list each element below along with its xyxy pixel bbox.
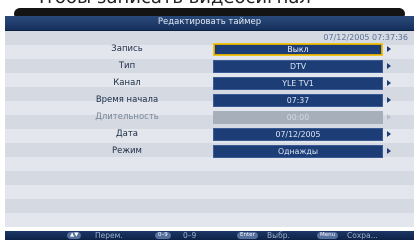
row-band (5, 171, 414, 185)
chevron-right-icon[interactable] (387, 97, 391, 103)
start-time-value-field[interactable]: 07:37 (213, 94, 383, 107)
duration-value-field: 00:00 (213, 111, 383, 124)
chevron-right-icon[interactable] (387, 148, 391, 154)
help-bar: ▲▼ Перем. 0–9 0–9 Enter Выбр. Menu Сохра… (5, 231, 414, 240)
chevron-right-icon (387, 114, 391, 120)
chevron-right-icon[interactable] (387, 131, 391, 137)
row-band (5, 213, 414, 227)
date-value-field[interactable]: 07/12/2005 (213, 128, 383, 141)
record-label: Запись (111, 44, 143, 54)
screen-title: Редактировать таймер (157, 17, 262, 27)
channel-label: Канал (113, 78, 141, 88)
help-enter-text: Выбр. (267, 231, 290, 240)
chevron-right-icon[interactable] (387, 80, 391, 86)
row-band (5, 185, 414, 199)
record-value-field[interactable]: Выкл (213, 43, 383, 56)
navigate-key-icon: ▲▼ (67, 232, 82, 239)
duration-label: Длительность (95, 112, 159, 122)
type-label: Тип (118, 61, 136, 71)
type-value-field[interactable]: DTV (213, 60, 383, 73)
mode-value-field[interactable]: Однажды (213, 145, 383, 158)
help-navigate-text: Перем. (95, 231, 123, 240)
channel-value-field[interactable]: YLE TV1 (213, 77, 383, 90)
current-datetime: 07/12/2005 07:37:36 (323, 33, 408, 42)
top-caption: Чтобы записать видеосигнал (32, 0, 311, 8)
chevron-right-icon[interactable] (387, 46, 391, 52)
timer-edit-screen: Редактировать таймер 07/12/2005 07:37:36… (5, 16, 414, 240)
mode-label: Режим (112, 146, 142, 156)
chevron-right-icon[interactable] (387, 63, 391, 69)
title-bar: Редактировать таймер (5, 16, 414, 31)
row-band (5, 199, 414, 213)
date-label: Дата (115, 129, 138, 139)
help-menu-text: Сохра... (347, 231, 378, 240)
menu-key-icon: Menu (317, 232, 339, 239)
enter-key-icon: Enter (237, 232, 258, 239)
help-digits-text: 0–9 (183, 231, 197, 240)
start-time-label: Время начала (95, 95, 159, 105)
row-band (5, 157, 414, 171)
digits-key-icon: 0–9 (155, 232, 171, 239)
